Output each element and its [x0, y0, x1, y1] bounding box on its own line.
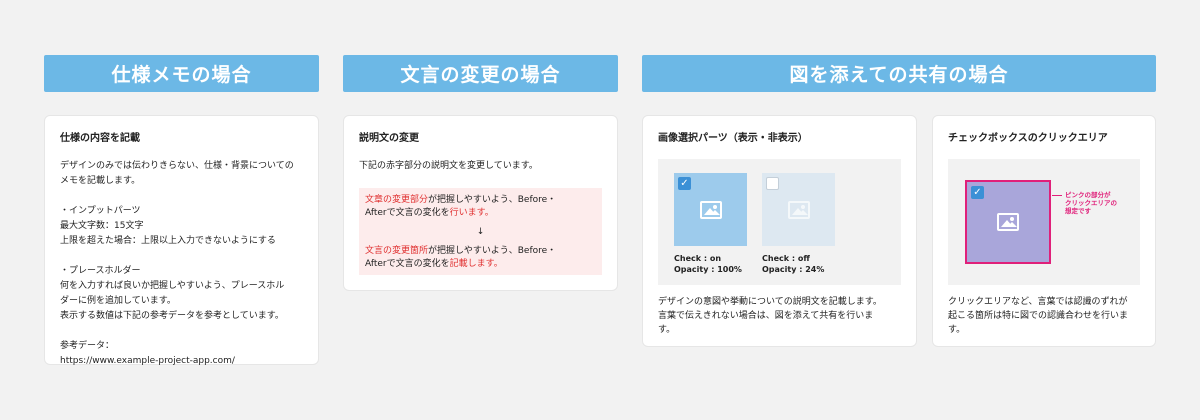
- after-highlight-end: 記載します。: [449, 259, 503, 269]
- before-highlight: 文章の変更部分: [365, 195, 429, 205]
- checkbox-checked-icon[interactable]: ✓: [678, 177, 691, 190]
- card-title: チェックボックスのクリックエリア: [948, 133, 1108, 144]
- before-highlight-end: 行います。: [449, 208, 494, 218]
- annotation-line: [1052, 195, 1062, 196]
- text-change-lead: 下記の赤字部分の説明文を変更しています。: [359, 161, 538, 171]
- image-tile-selected[interactable]: ✓: [674, 173, 747, 246]
- before-text: 文章の変更部分が把握しやすいよう、Before・ Afterで文言の変化を行いま…: [365, 194, 596, 220]
- after-highlight: 文言の変更箇所: [365, 246, 429, 256]
- after-text: 文言の変更箇所が把握しやすいよう、Before・ Afterで文言の変化を記載し…: [365, 245, 596, 271]
- spec-memo-card: 仕様の内容を記載 デザインのみでは伝わりきらない、仕様・背景についての メモを記…: [44, 115, 319, 366]
- click-area-preview: ✓ ピンクの部分が クリックエリアの 想定です: [948, 159, 1140, 285]
- image-icon: [699, 200, 722, 219]
- checkbox-checked-icon[interactable]: ✓: [971, 186, 984, 199]
- card-title: 画像選択パーツ（表示・非表示）: [658, 133, 808, 144]
- header-spec-memo: 仕様メモの場合: [44, 55, 319, 92]
- checkbox-area-card: チェックボックスのクリックエリア ✓ ピンクの部分が クリックエリアの 想定です…: [932, 115, 1156, 347]
- ref-label: 参考データ：: [60, 341, 115, 351]
- spec-intro: デザインのみでは伝わりきらない、仕様・背景についての メモを記載します。: [60, 161, 294, 186]
- card-title: 仕様の内容を記載: [60, 133, 140, 144]
- image-tile-unselected[interactable]: [762, 173, 835, 246]
- diff-box: 文章の変更部分が把握しやすいよう、Before・ Afterで文言の変化を行いま…: [359, 188, 602, 275]
- caption-on: Check : on Opacity : 100%: [674, 254, 742, 274]
- image-card-description: デザインの意図や挙動についての説明文を記載します。 言葉で伝えきれない場合は、図…: [658, 297, 882, 335]
- checkbox-unchecked-icon[interactable]: [766, 177, 779, 190]
- image-icon: [997, 213, 1019, 231]
- image-select-card: 画像選択パーツ（表示・非表示） ✓ Check : on Opacity : 1…: [642, 115, 917, 347]
- spec-placeholder: ・プレースホルダー 何を入力すれば良いか把握しやすいよう、プレースホル ダーに例…: [60, 266, 285, 321]
- arrow-down-icon: ↓: [476, 227, 485, 237]
- ref-url-link[interactable]: https://www.example-project-app.com/: [60, 354, 303, 369]
- card-title: 説明文の変更: [359, 133, 419, 144]
- spec-input-parts: ・インプットパーツ 最大文字数：15文字 上限を超えた場合：上限以上入力できない…: [60, 206, 276, 246]
- header-figure-share: 図を添えての共有の場合: [642, 55, 1156, 92]
- header-text-change: 文言の変更の場合: [343, 55, 618, 92]
- checkbox-card-description: クリックエリアなど、言葉では認識のずれが 起こる箇所は特に図での認識合わせを行い…: [948, 297, 1129, 335]
- image-parts-preview: ✓ Check : on Opacity : 100% Check : off …: [658, 159, 901, 285]
- image-icon: [787, 200, 810, 219]
- caption-off: Check : off Opacity : 24%: [762, 254, 825, 274]
- click-area-note: ピンクの部分が クリックエリアの 想定です: [1065, 191, 1117, 215]
- click-area-tile[interactable]: ✓: [965, 180, 1051, 264]
- text-change-card: 説明文の変更 下記の赤字部分の説明文を変更しています。 文章の変更部分が把握しや…: [343, 115, 618, 291]
